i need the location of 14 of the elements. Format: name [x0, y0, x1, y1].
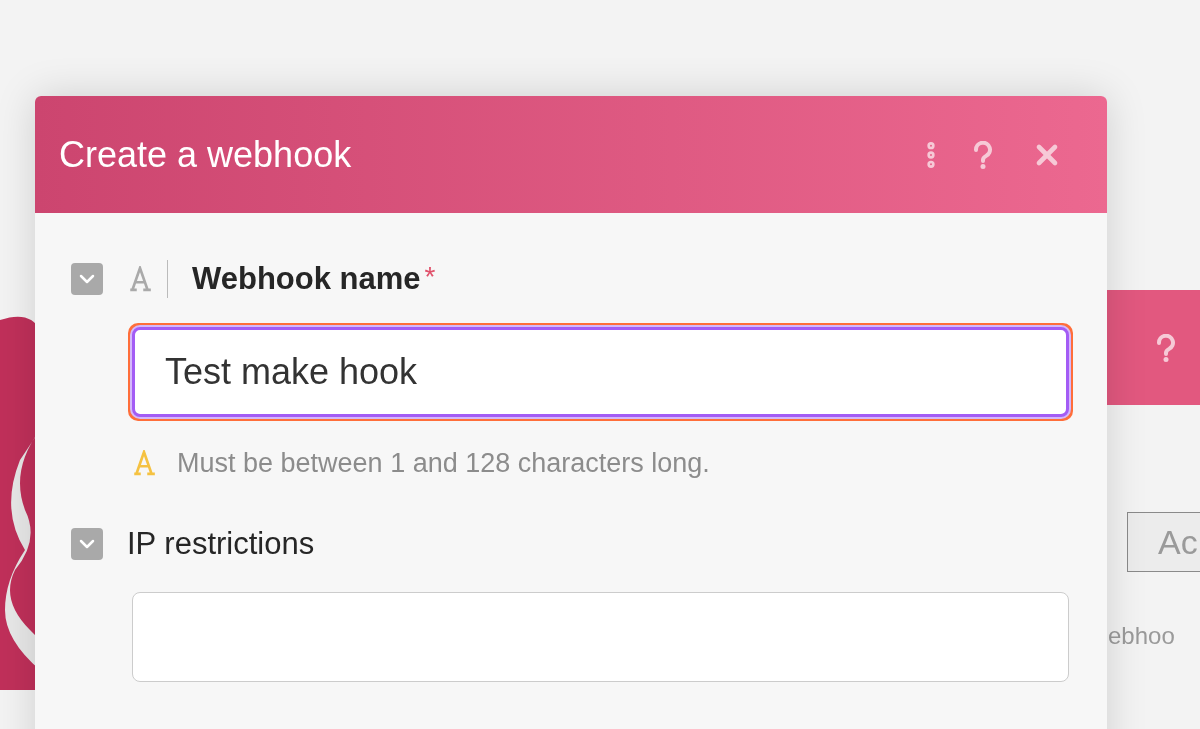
- text-type-icon: [131, 449, 157, 476]
- collapse-toggle[interactable]: [71, 263, 103, 296]
- text-input[interactable]: Test make hook: [132, 326, 1069, 417]
- text-input[interactable]: [132, 591, 1069, 682]
- collapse-toggle[interactable]: [71, 528, 103, 561]
- background-caption: ebhoo: [1108, 621, 1175, 651]
- text-type-icon: [127, 266, 153, 293]
- required-asterisk: *: [424, 260, 436, 294]
- dialog-title: Create a webhook: [59, 132, 353, 177]
- field-label: IP restrictions: [127, 525, 315, 563]
- help-icon[interactable]: [1156, 333, 1176, 362]
- help-icon[interactable]: [973, 140, 993, 169]
- hint-text: Must be between 1 and 128 characters long.: [177, 446, 710, 480]
- field-label: Webhook name: [192, 260, 421, 298]
